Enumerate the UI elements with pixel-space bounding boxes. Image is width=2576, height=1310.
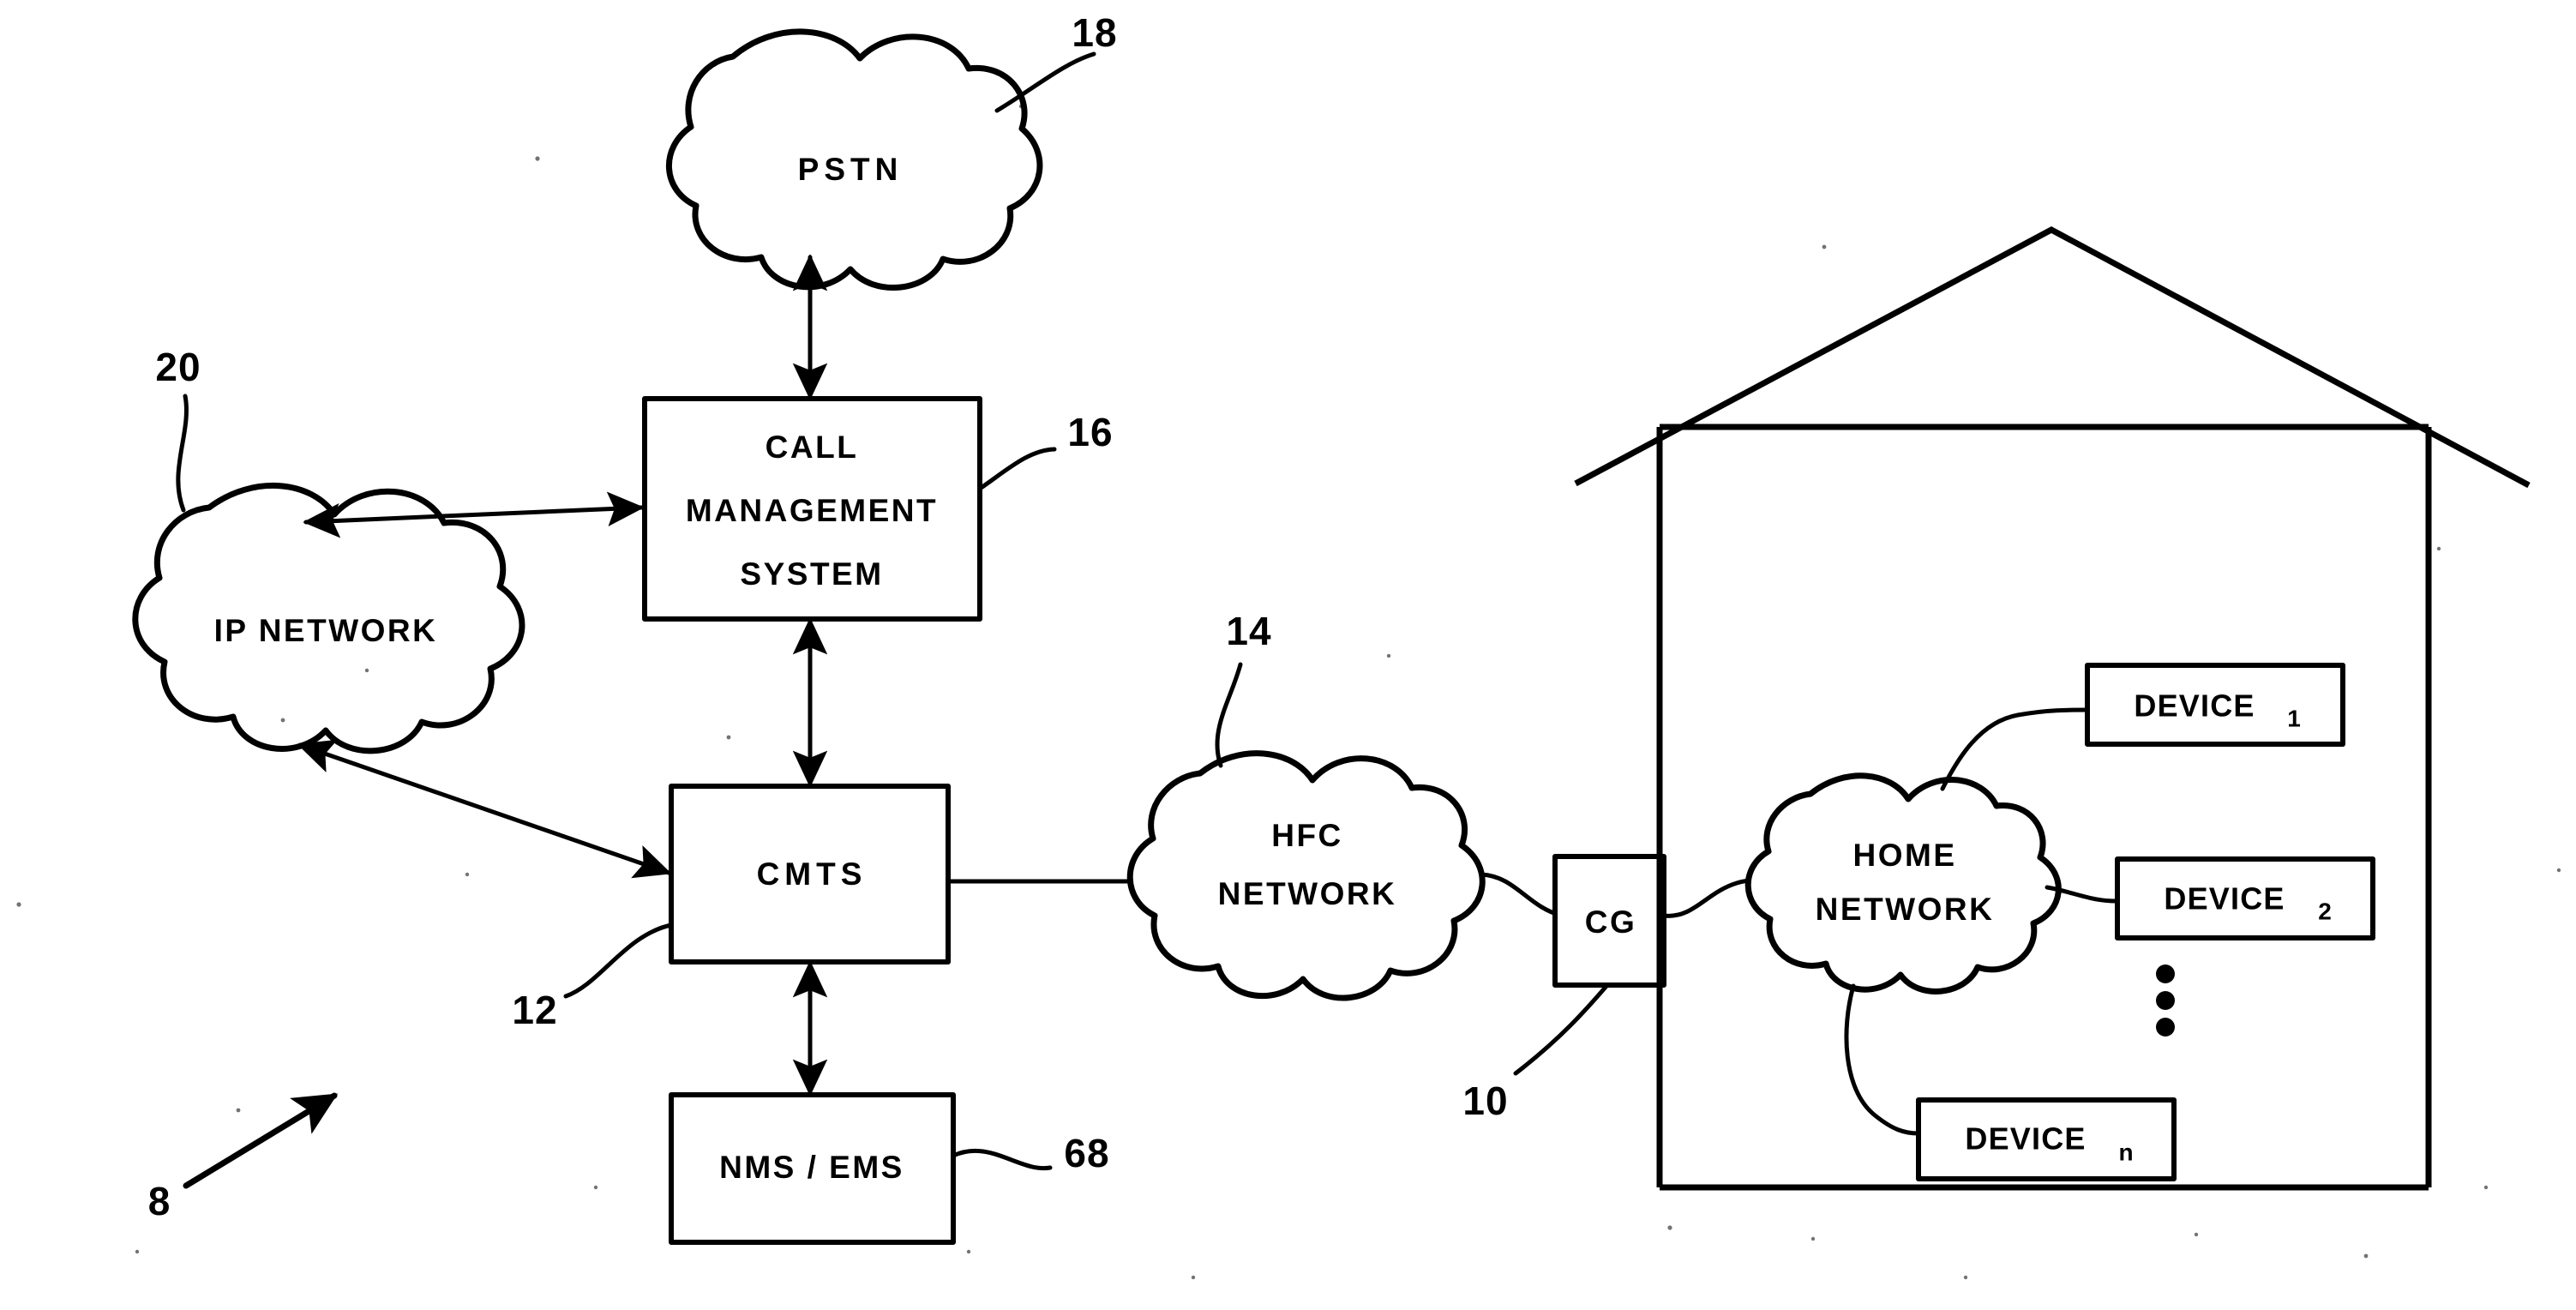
house-outline-group [1574, 226, 2531, 1191]
hfc-network-ref-number: 14 [1226, 609, 1271, 653]
cmts-label: CMTS [757, 856, 868, 892]
cmts-group[interactable]: CMTS [669, 784, 951, 964]
call-management-system-label-line3: SYSTEM [740, 556, 883, 592]
home-network-to-device-1-connector [1940, 707, 2092, 791]
nms-ems-ref-leader [951, 1149, 1053, 1171]
device-1-group[interactable]: DEVICE 1 [2085, 663, 2345, 747]
nms-ems-ref-number: 68 [1064, 1131, 1109, 1175]
call-management-system-label-line1: CALL [766, 430, 859, 465]
ip-network-ref-number: 20 [155, 345, 201, 389]
nms-ems-label: NMS / EMS [719, 1150, 904, 1185]
cg-ref-number: 10 [1462, 1079, 1508, 1123]
ip-network-to-cmts-connector [297, 739, 672, 879]
cg-group[interactable]: CG [1552, 854, 1666, 988]
ip-network-cloud-group[interactable]: IP NETWORK [132, 482, 525, 754]
hfc-network-label-line1: HFC [1271, 818, 1343, 853]
call-management-system-group[interactable]: CALL MANAGEMENT SYSTEM [642, 396, 982, 622]
cg-label: CG [1585, 904, 1637, 940]
house-roof [1574, 226, 2531, 489]
device-n-subscript: n [2118, 1139, 2133, 1165]
device-1-label: DEVICE [2134, 688, 2255, 724]
hfc-network-label-line2: NETWORK [1218, 876, 1397, 911]
device-list-ellipsis [2156, 964, 2175, 1037]
ellipsis-dot-2 [2156, 991, 2175, 1010]
nms-ems-group[interactable]: NMS / EMS [669, 1092, 956, 1245]
figure-reference-group: 8 [148, 1092, 339, 1223]
device-1-subscript: 1 [2287, 705, 2301, 731]
device-2-label: DEVICE [2164, 881, 2285, 916]
patent-figure-svg: PSTN 18 CALL MANAGEMENT SYSTEM 16 IP NET… [16, 10, 2561, 1280]
home-network-cloud-group[interactable]: HOME NETWORK [1744, 772, 2062, 995]
device-2-group[interactable]: DEVICE 2 [2115, 856, 2375, 940]
cmts-ref-leader [563, 922, 674, 999]
ellipsis-dot-1 [2156, 964, 2175, 983]
figure-ref-arrow [183, 1092, 339, 1189]
device-2-subscript: 2 [2318, 898, 2332, 924]
pstn-cloud-group[interactable]: PSTN [666, 28, 1043, 291]
cms-ref-number: 16 [1067, 410, 1113, 454]
call-management-system-label-line2: MANAGEMENT [686, 493, 938, 528]
pstn-label: PSTN [798, 152, 904, 187]
ip-network-ref-leader [176, 394, 189, 513]
device-n-group[interactable]: DEVICE n [1916, 1097, 2177, 1181]
hfc-network-cloud-group[interactable]: HFC NETWORK [1126, 750, 1486, 1001]
ellipsis-dot-3 [2156, 1018, 2175, 1037]
home-network-label-line1: HOME [1853, 838, 1957, 873]
device-n-label: DEVICE [1965, 1121, 2086, 1157]
figure-ref-number: 8 [148, 1179, 171, 1223]
cmts-ref-number: 12 [512, 988, 557, 1032]
ip-network-label: IP NETWORK [214, 613, 438, 648]
cg-ref-leader [1513, 982, 1610, 1076]
home-network-label-line2: NETWORK [1816, 892, 1995, 927]
pstn-ref-number: 18 [1072, 10, 1117, 55]
cms-ref-leader [977, 447, 1057, 491]
home-network-to-device-n-connector [1844, 983, 1921, 1136]
home-network-cloud-shape [1744, 772, 2062, 995]
figure-canvas: PSTN 18 CALL MANAGEMENT SYSTEM 16 IP NET… [0, 0, 2576, 1310]
hfc-network-ref-leader [1215, 662, 1243, 768]
